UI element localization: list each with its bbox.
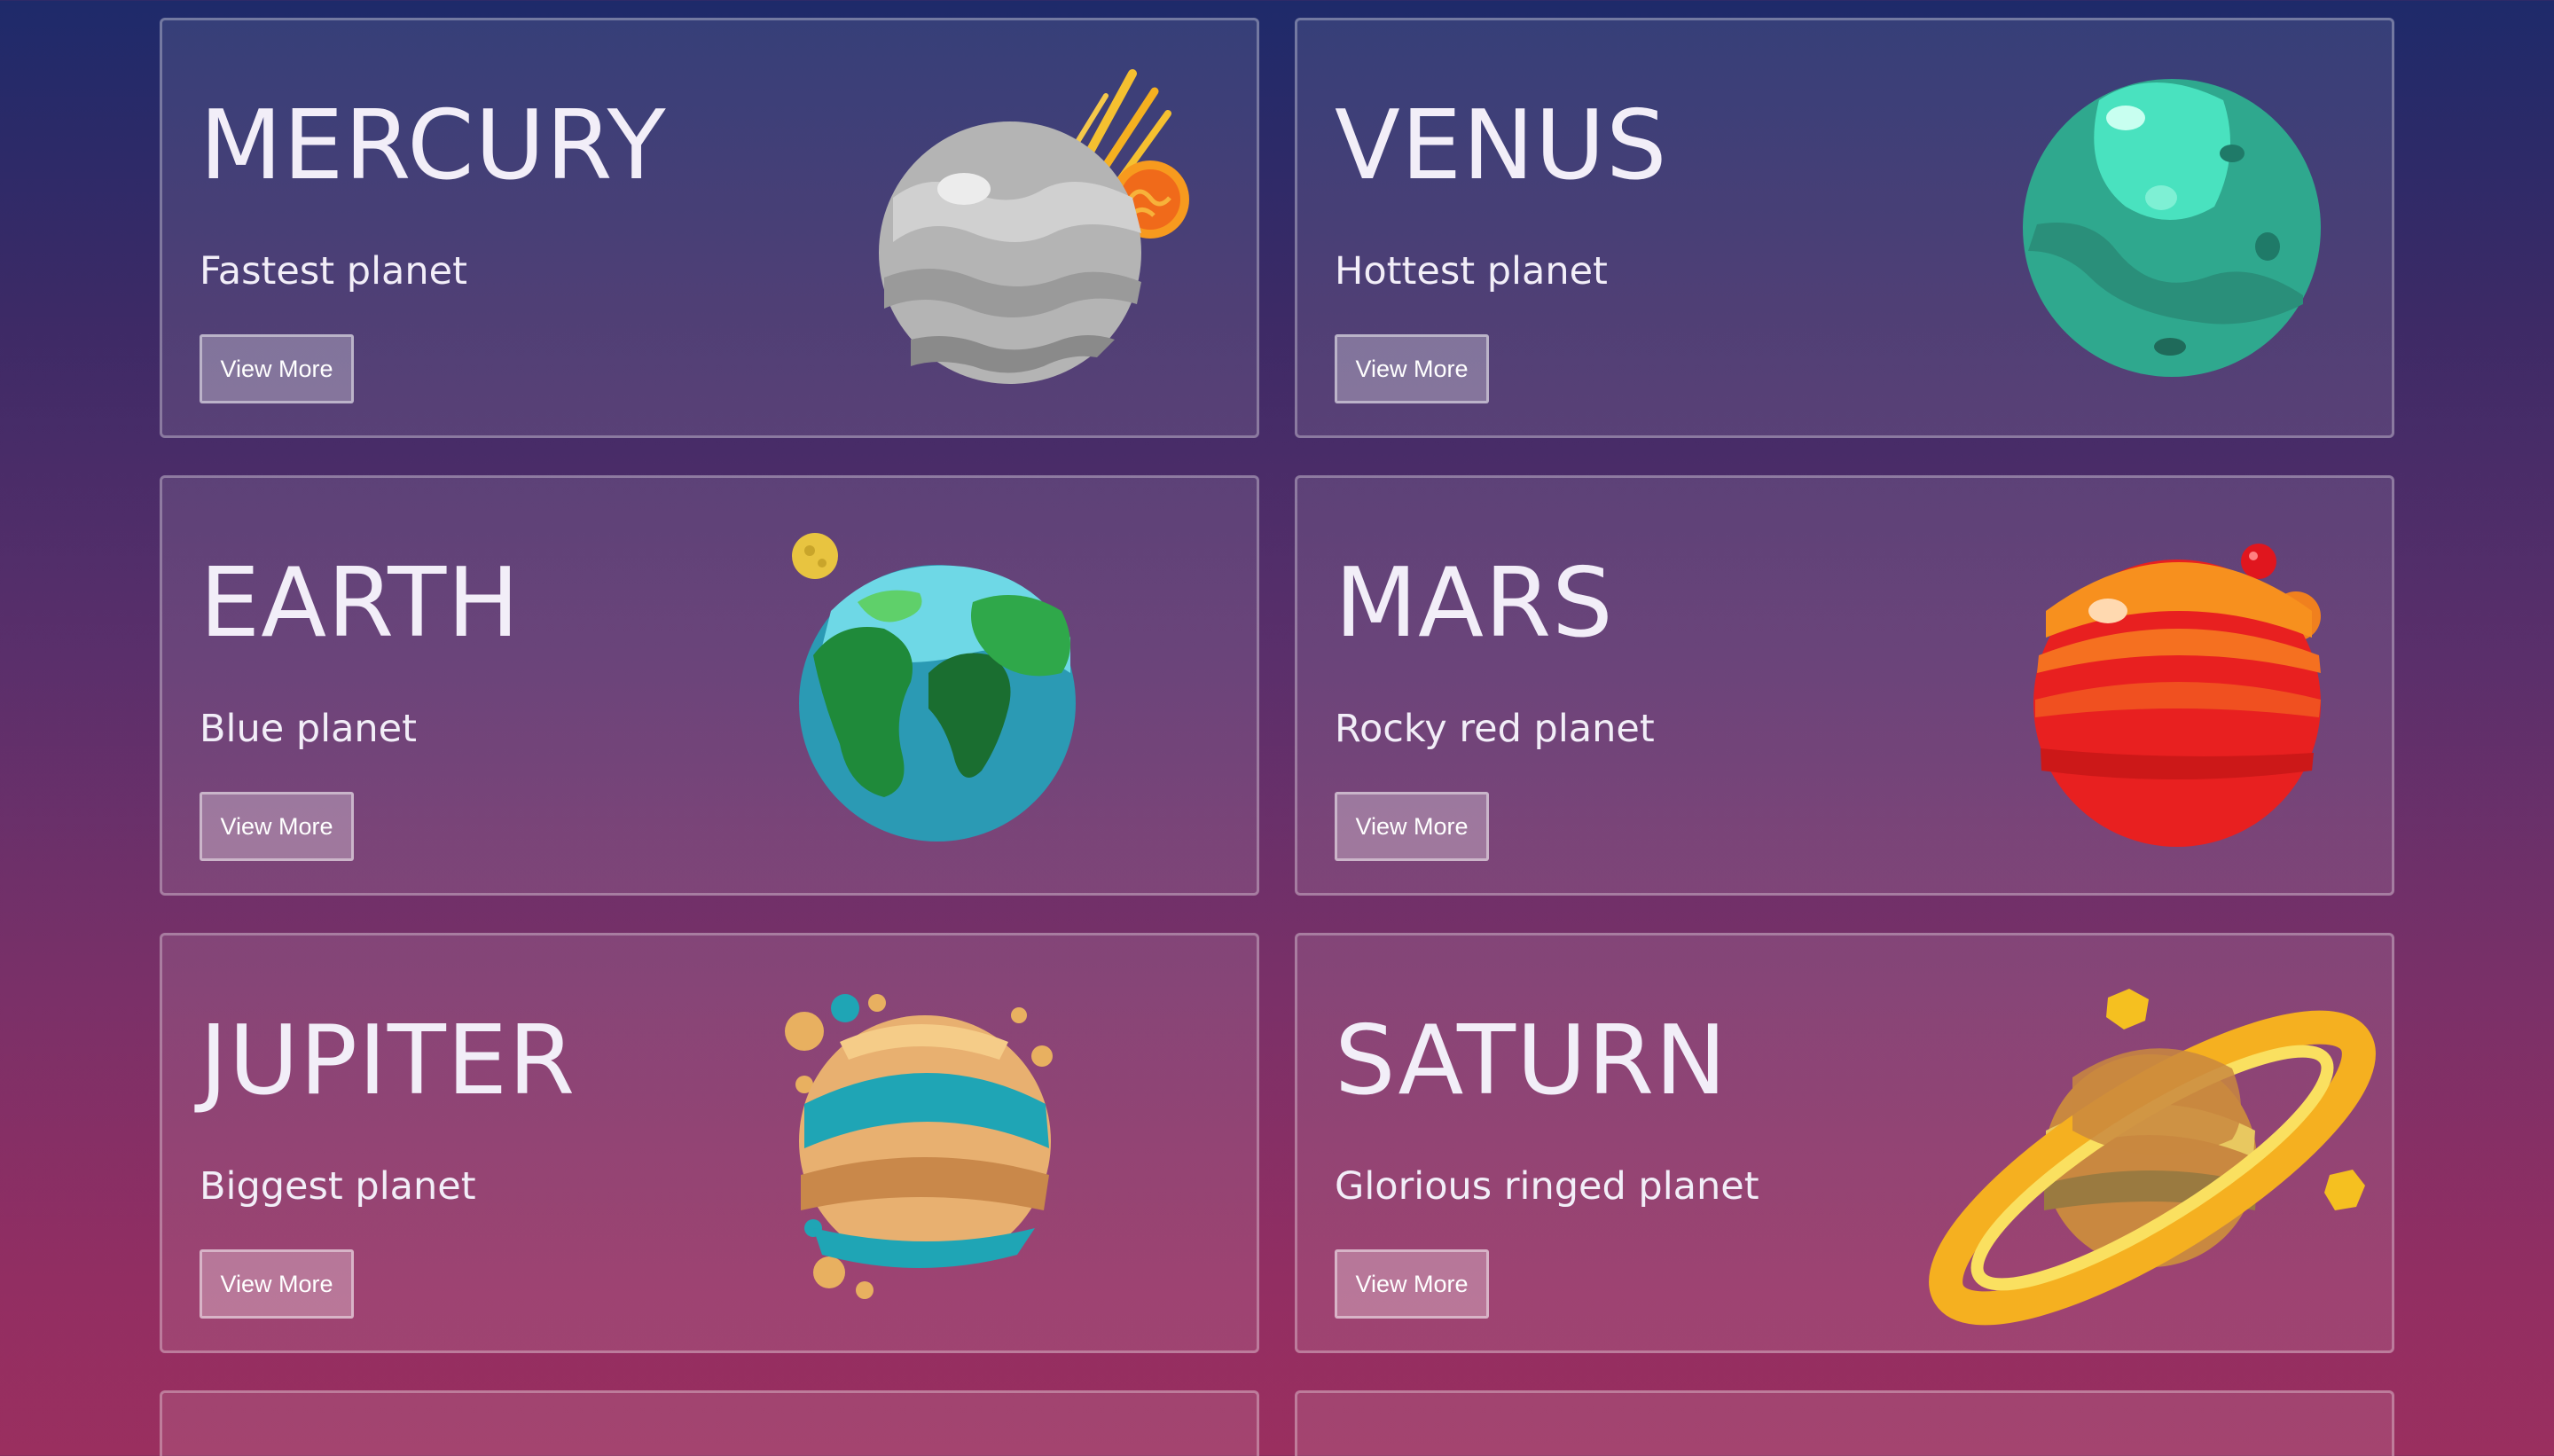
planet-grid: MERCURY Fastest planet View More VENUS H… bbox=[160, 18, 2394, 1456]
planet-card-earth: EARTH Blue planet View More bbox=[160, 475, 1259, 896]
view-more-button[interactable]: View More bbox=[200, 334, 354, 403]
view-more-button[interactable]: View More bbox=[1335, 1249, 1489, 1319]
earth-planet-icon bbox=[760, 478, 1257, 893]
planet-subtitle: Biggest planet bbox=[200, 1164, 476, 1209]
planet-title: MARS bbox=[1335, 548, 1614, 659]
planet-card-venus: VENUS Hottest planet View More bbox=[1295, 18, 2394, 438]
mercury-planet-icon bbox=[760, 20, 1257, 435]
venus-planet-icon bbox=[1895, 20, 2392, 435]
planet-title: EARTH bbox=[200, 548, 521, 659]
saturn-planet-icon bbox=[1895, 935, 2392, 1350]
view-more-button[interactable]: View More bbox=[200, 1249, 354, 1319]
planet-card-partial-right bbox=[1295, 1390, 2394, 1456]
planet-title: JUPITER bbox=[200, 1006, 576, 1116]
planet-title: VENUS bbox=[1335, 90, 1668, 201]
mars-planet-icon bbox=[1895, 478, 2392, 893]
planet-card-mars: MARS Rocky red planet View More bbox=[1295, 475, 2394, 896]
planet-subtitle: Hottest planet bbox=[1335, 249, 1608, 294]
planet-subtitle: Fastest planet bbox=[200, 249, 467, 294]
planet-subtitle: Blue planet bbox=[200, 707, 417, 751]
planet-title: MERCURY bbox=[200, 90, 667, 201]
view-more-button[interactable]: View More bbox=[1335, 792, 1489, 861]
planet-subtitle: Glorious ringed planet bbox=[1335, 1164, 1759, 1209]
view-more-button[interactable]: View More bbox=[200, 792, 354, 861]
planet-card-jupiter: JUPITER Biggest planet View More bbox=[160, 933, 1259, 1353]
planet-title: SATURN bbox=[1335, 1006, 1727, 1116]
planet-card-partial-left bbox=[160, 1390, 1259, 1456]
planet-card-saturn: SATURN Glorious ringed planet View More bbox=[1295, 933, 2394, 1353]
view-more-button[interactable]: View More bbox=[1335, 334, 1489, 403]
planet-card-mercury: MERCURY Fastest planet View More bbox=[160, 18, 1259, 438]
planet-subtitle: Rocky red planet bbox=[1335, 707, 1655, 751]
jupiter-planet-icon bbox=[760, 935, 1257, 1350]
